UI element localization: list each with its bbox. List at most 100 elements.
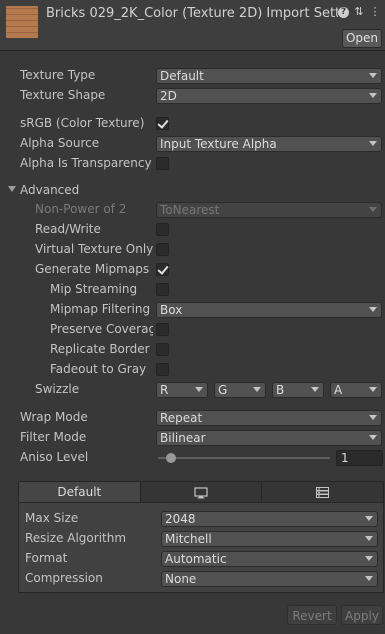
platform-tabs: Default — [19, 482, 384, 503]
chevron-down-icon — [369, 415, 377, 420]
virtual-texture-row: Virtual Texture Only — [0, 240, 385, 260]
inspector-title: Bricks 029_2K_Color (Texture 2D) Import … — [46, 6, 338, 21]
format-row: Format Automatic — [0, 549, 385, 569]
virtual-texture-label: Virtual Texture Only — [35, 242, 153, 256]
alpha-source-label: Alpha Source — [20, 136, 100, 150]
texture-type-label: Texture Type — [20, 68, 96, 82]
texture-shape-value: 2D — [160, 89, 177, 103]
preserve-coverage-checkbox[interactable] — [156, 323, 169, 336]
replicate-border-row: Replicate Border — [0, 340, 385, 360]
tab-server[interactable] — [262, 482, 384, 502]
monitor-icon — [194, 486, 208, 498]
chevron-down-icon — [365, 536, 373, 541]
chevron-down-icon — [365, 516, 373, 521]
chevron-down-icon — [365, 556, 373, 561]
chevron-down-icon — [365, 576, 373, 581]
generate-mipmaps-row: Generate Mipmaps — [0, 260, 385, 280]
mip-streaming-checkbox[interactable] — [156, 283, 169, 296]
read-write-label: Read/Write — [35, 222, 101, 236]
read-write-checkbox[interactable] — [156, 223, 169, 236]
aniso-level-field[interactable]: 1 — [336, 450, 383, 466]
virtual-texture-checkbox[interactable] — [156, 243, 169, 256]
wrap-mode-dropdown[interactable]: Repeat — [156, 410, 382, 426]
swizzle-g-dropdown[interactable]: G — [214, 382, 266, 398]
resize-algorithm-label: Resize Algorithm — [25, 531, 127, 545]
texture-shape-dropdown[interactable]: 2D — [156, 88, 382, 104]
swizzle-b-value: B — [276, 383, 285, 397]
preserve-coverage-row: Preserve Coverage — [0, 320, 385, 340]
texture-type-row: Texture Type Default — [0, 66, 385, 86]
tab-standalone[interactable] — [140, 482, 263, 502]
preserve-coverage-label: Preserve Coverage — [50, 322, 153, 336]
alpha-source-dropdown[interactable]: Input Texture Alpha — [156, 136, 382, 152]
chevron-down-icon — [195, 387, 203, 392]
resize-algorithm-value: Mitchell — [165, 532, 212, 546]
filter-mode-dropdown[interactable]: Bilinear — [156, 430, 382, 446]
texture-type-value: Default — [160, 69, 204, 83]
chevron-down-icon — [369, 93, 377, 98]
advanced-label: Advanced — [20, 183, 80, 197]
open-button[interactable]: Open — [342, 29, 382, 48]
npot-row: Non-Power of 2 ToNearest — [0, 200, 385, 220]
resize-algorithm-dropdown[interactable]: Mitchell — [161, 531, 378, 547]
fadeout-checkbox[interactable] — [156, 363, 169, 376]
swizzle-r-value: R — [160, 383, 169, 397]
format-dropdown[interactable]: Automatic — [161, 551, 378, 567]
compression-dropdown[interactable]: None — [161, 571, 378, 587]
max-size-value: 2048 — [165, 512, 196, 526]
generate-mipmaps-label: Generate Mipmaps — [35, 262, 150, 276]
swizzle-row: Swizzle R G B A — [0, 380, 385, 400]
foldout-arrow-icon — [8, 186, 16, 192]
mip-streaming-row: Mip Streaming — [0, 280, 385, 300]
read-write-row: Read/Write — [0, 220, 385, 240]
resize-algorithm-row: Resize Algorithm Mitchell — [0, 529, 385, 549]
alpha-source-row: Alpha Source Input Texture Alpha — [0, 134, 385, 154]
npot-dropdown: ToNearest — [156, 202, 382, 218]
fadeout-row: Fadeout to Gray — [0, 360, 385, 380]
max-size-label: Max Size — [25, 511, 79, 525]
swizzle-a-dropdown[interactable]: A — [330, 382, 382, 398]
alpha-transparency-checkbox[interactable] — [156, 157, 169, 170]
replicate-border-label: Replicate Border — [50, 342, 150, 356]
npot-label: Non-Power of 2 — [35, 202, 127, 216]
generate-mipmaps-checkbox[interactable] — [156, 263, 169, 276]
apply-button[interactable]: Apply — [341, 605, 383, 625]
help-icon[interactable]: ? — [338, 6, 349, 18]
npot-value: ToNearest — [160, 203, 220, 217]
aniso-level-row: Aniso Level 1 — [0, 448, 385, 468]
alpha-transparency-row: Alpha Is Transparency — [0, 154, 385, 174]
max-size-dropdown[interactable]: 2048 — [161, 511, 378, 527]
srgb-checkbox[interactable] — [156, 117, 169, 130]
preset-icon[interactable]: ⇅ — [353, 6, 365, 18]
swizzle-label: Swizzle — [35, 382, 80, 396]
advanced-foldout[interactable]: Advanced — [0, 181, 385, 201]
format-value: Automatic — [165, 552, 227, 566]
mipmap-filtering-value: Box — [160, 303, 183, 317]
max-size-row: Max Size 2048 — [0, 509, 385, 529]
srgb-row: sRGB (Color Texture) — [0, 114, 385, 134]
replicate-border-checkbox[interactable] — [156, 343, 169, 356]
texture-type-dropdown[interactable]: Default — [156, 68, 382, 84]
inspector-header: Bricks 029_2K_Color (Texture 2D) Import … — [0, 0, 385, 51]
wrap-mode-label: Wrap Mode — [20, 410, 88, 424]
chevron-down-icon — [253, 387, 261, 392]
mipmap-filtering-row: Mipmap Filtering Box — [0, 300, 385, 320]
aniso-slider-track[interactable] — [158, 457, 330, 459]
wrap-mode-value: Repeat — [160, 411, 203, 425]
mipmap-filtering-label: Mipmap Filtering — [50, 302, 151, 316]
alpha-source-value: Input Texture Alpha — [160, 137, 277, 151]
swizzle-b-dropdown[interactable]: B — [272, 382, 324, 398]
format-label: Format — [25, 551, 68, 565]
chevron-down-icon — [369, 387, 377, 392]
texture-thumbnail — [6, 6, 38, 38]
swizzle-g-value: G — [218, 383, 228, 397]
kebab-menu-icon[interactable]: ⋮ — [369, 6, 381, 18]
texture-shape-label: Texture Shape — [20, 88, 106, 102]
mip-streaming-label: Mip Streaming — [50, 282, 138, 296]
tab-default[interactable]: Default — [19, 482, 141, 502]
swizzle-r-dropdown[interactable]: R — [156, 382, 208, 398]
revert-button[interactable]: Revert — [287, 605, 337, 625]
aniso-slider-knob[interactable] — [166, 453, 176, 463]
wrap-mode-row: Wrap Mode Repeat — [0, 408, 385, 428]
mipmap-filtering-dropdown[interactable]: Box — [156, 302, 382, 318]
